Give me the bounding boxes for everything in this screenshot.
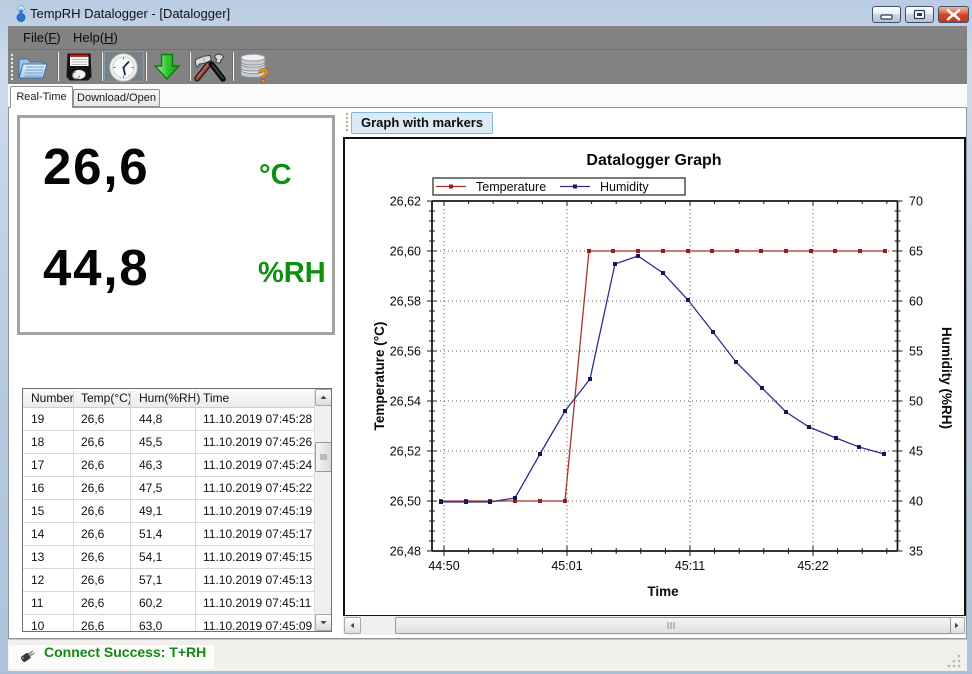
svg-text:45:11: 45:11 <box>675 559 705 573</box>
svg-text:26,52: 26,52 <box>390 445 421 459</box>
svg-text:26,54: 26,54 <box>390 395 421 409</box>
svg-text:?: ? <box>258 66 270 83</box>
svg-text:65: 65 <box>909 245 923 259</box>
svg-text:Time: Time <box>647 584 679 599</box>
svg-text:26,60: 26,60 <box>390 245 421 259</box>
svg-text:60: 60 <box>909 295 923 309</box>
svg-text:35: 35 <box>909 545 923 559</box>
svg-text:Temperature: Temperature <box>476 180 546 194</box>
svg-text:45: 45 <box>909 445 923 459</box>
svg-text:Humidity: Humidity <box>600 180 649 194</box>
svg-text:26,48: 26,48 <box>390 545 421 559</box>
svg-text:Datalogger Graph: Datalogger Graph <box>586 152 721 169</box>
svg-text:45:01: 45:01 <box>551 559 582 573</box>
svg-text:26,62: 26,62 <box>390 195 421 209</box>
svg-text:50: 50 <box>909 395 923 409</box>
svg-text:Humidity (%RH): Humidity (%RH) <box>939 327 954 429</box>
svg-text:44:50: 44:50 <box>428 559 459 573</box>
svg-text:26,56: 26,56 <box>390 345 421 359</box>
svg-text:26,50: 26,50 <box>390 495 421 509</box>
svg-text:45:22: 45:22 <box>797 559 828 573</box>
svg-text:55: 55 <box>909 345 923 359</box>
svg-text:26,58: 26,58 <box>390 295 421 309</box>
svg-text:Temperature (°C): Temperature (°C) <box>372 322 387 431</box>
svg-text:70: 70 <box>909 195 923 209</box>
svg-text:40: 40 <box>909 495 923 509</box>
